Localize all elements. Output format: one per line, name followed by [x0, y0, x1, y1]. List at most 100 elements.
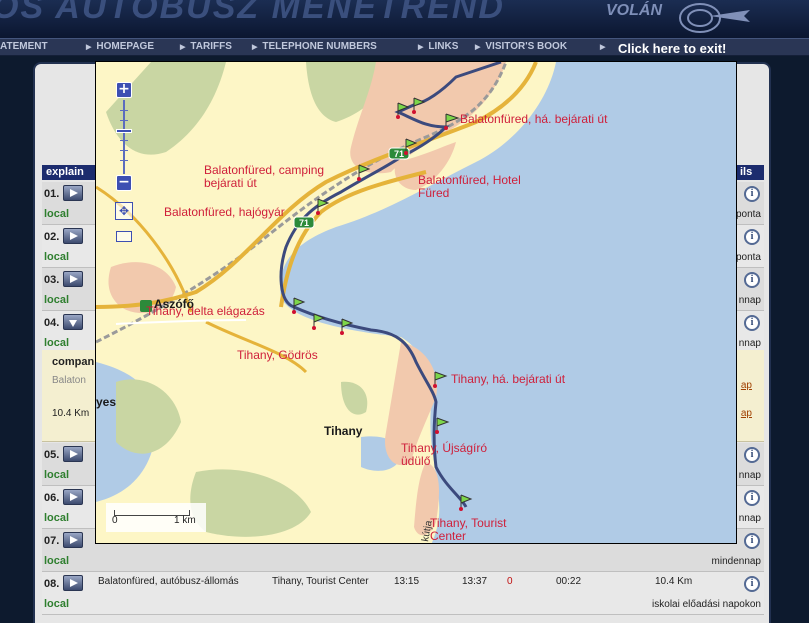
row-type: local	[44, 598, 70, 610]
column-header-details: ils	[736, 165, 764, 180]
info-icon[interactable]: i	[744, 576, 760, 592]
detail-distance: 10.4 Km	[52, 408, 90, 419]
row-number: 07.	[44, 535, 60, 547]
row-distance: 10.4 Km	[655, 576, 693, 587]
stop-label: Balatonfüred, hajógyár	[164, 205, 285, 219]
town-label: Aszófő	[154, 297, 194, 311]
arrow-icon: ▶	[475, 44, 481, 51]
page: OS AUTÓBUSZ MENETREND VOLÁN ATEMENT ▶ HOM…	[0, 0, 809, 623]
expand-icon[interactable]	[63, 314, 83, 330]
row-days: ponta	[735, 209, 761, 220]
row-type: local	[44, 337, 70, 349]
row-number: 06.	[44, 492, 60, 504]
info-icon[interactable]: i	[744, 186, 760, 202]
play-icon[interactable]	[63, 575, 83, 591]
row-type: local	[44, 469, 70, 481]
nav-item-telephone-numbers[interactable]: ▶ TELEPHONE NUMBERS	[252, 41, 377, 52]
scale-end: 1 km	[174, 515, 196, 526]
arrow-icon: ▶	[252, 44, 258, 51]
row-departure: 13:15	[394, 576, 420, 587]
nav-item-links[interactable]: ▶ LINKS	[418, 41, 458, 52]
road-badge: 71	[394, 149, 404, 159]
nav-item-more[interactable]: ▶	[600, 41, 610, 52]
row-number: 04.	[44, 317, 60, 329]
row-from: Balatonfüred, autóbusz-állomás	[98, 576, 239, 587]
stop-label: Tihany, Tourist Center	[430, 516, 507, 543]
zoom-tick	[120, 120, 128, 121]
row-to: Tihany, Tourist Center	[272, 576, 369, 587]
nav-item-visitors-book[interactable]: ▶ VISITOR'S BOOK	[475, 41, 567, 52]
stop-label: Tihany, Gödrös	[237, 348, 318, 362]
detail-header: compan	[52, 356, 95, 368]
row-days: mindennap	[711, 556, 761, 567]
zoom-tick	[120, 150, 128, 151]
stop-label: Balatonfüred, camping bejárati út	[204, 163, 325, 190]
row-delay: 0	[507, 576, 513, 587]
play-icon[interactable]	[63, 185, 83, 201]
town-label: Tihany	[324, 424, 363, 438]
zoom-slider-track[interactable]	[123, 100, 125, 174]
scale-start: 0	[112, 515, 118, 526]
stop-label: Balatonfüred, há. bejárati út	[460, 112, 608, 126]
info-icon[interactable]: i	[744, 272, 760, 288]
volan-logo: VOLÁN	[600, 0, 765, 36]
row-days: nnap	[738, 338, 761, 349]
zoom-in-button[interactable]: +	[116, 82, 132, 98]
arrow-icon: ▶	[418, 44, 424, 51]
info-icon[interactable]: i	[744, 533, 760, 549]
nav-item-homepage[interactable]: ▶ HOMEPAGE	[86, 41, 154, 52]
arrow-icon: ▶	[600, 44, 606, 51]
detail-map-link[interactable]: ap	[741, 380, 752, 391]
road-badge: 71	[299, 218, 309, 228]
zoom-tick	[120, 140, 128, 141]
row-days: nnap	[738, 513, 761, 524]
row-type: local	[44, 294, 70, 306]
zoom-tick	[120, 160, 128, 161]
map-scale-bar: 0 1 km	[106, 503, 206, 532]
zoom-out-button[interactable]: −	[116, 175, 132, 191]
exit-link[interactable]: Click here to exit!	[618, 41, 726, 56]
row-number: 02.	[44, 231, 60, 243]
play-icon[interactable]	[63, 228, 83, 244]
play-icon[interactable]	[63, 446, 83, 462]
site-header: OS AUTÓBUSZ MENETREND VOLÁN	[0, 0, 809, 38]
play-icon[interactable]	[63, 271, 83, 287]
detail-stop: Balaton	[52, 375, 86, 386]
row-number: 05.	[44, 449, 60, 461]
row-days: nnap	[738, 295, 761, 306]
route-map-modal[interactable]: 71 71 kútja + − ✥ Balatonfüred, há. bejá…	[95, 61, 737, 544]
row-type: local	[44, 512, 70, 524]
arrow-icon: ▶	[180, 44, 186, 51]
zoom-tick	[120, 110, 128, 111]
row-type: local	[44, 251, 70, 263]
row-number: 03.	[44, 274, 60, 286]
row-number: 08.	[44, 578, 60, 590]
play-icon[interactable]	[63, 532, 83, 548]
row-days: iskolai előadási napokon	[652, 599, 761, 610]
stop-label: Tihany, Újságíró üdülő	[401, 441, 488, 468]
nav-item-tariffs[interactable]: ▶ TARIFFS	[180, 41, 232, 52]
row-duration: 00:22	[556, 576, 582, 587]
row-type: local	[44, 555, 70, 567]
zoom-box-icon[interactable]	[116, 231, 132, 242]
volan-logo-text: VOLÁN	[606, 2, 662, 19]
arrow-icon: ▶	[86, 44, 92, 51]
row-number: 01.	[44, 188, 60, 200]
info-icon[interactable]: i	[744, 490, 760, 506]
town-label: yes	[96, 395, 117, 409]
pan-icon[interactable]: ✥	[115, 202, 133, 220]
table-row: 08. local Balatonfüred, autóbusz-állomás…	[42, 572, 764, 615]
row-days: ponta	[735, 252, 761, 263]
column-header-explain: explain	[42, 165, 96, 180]
stop-label: Tihany, há. bejárati út	[451, 372, 566, 386]
stop-label: Balatonfüred, Hotel Füred	[418, 173, 521, 200]
info-icon[interactable]: i	[744, 315, 760, 331]
row-arrival: 13:37	[462, 576, 488, 587]
play-icon[interactable]	[63, 489, 83, 505]
info-icon[interactable]: i	[744, 447, 760, 463]
zoom-slider-thumb[interactable]	[116, 129, 132, 133]
nav-item-statement[interactable]: ATEMENT	[0, 41, 48, 52]
info-icon[interactable]: i	[744, 229, 760, 245]
detail-map-link[interactable]: ap	[741, 408, 752, 419]
row-type: local	[44, 208, 70, 220]
